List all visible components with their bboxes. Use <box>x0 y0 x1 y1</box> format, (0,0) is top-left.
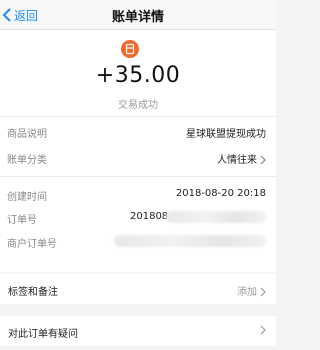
detail-value: 2018-08-20 20:18 <box>175 188 266 199</box>
detail-value: 星球联盟提现成功 <box>186 129 266 140</box>
add-tag-button[interactable]: 添加 <box>237 283 266 298</box>
detail-value: 201808 <box>130 211 169 222</box>
category-value[interactable]: 人情往来 <box>217 151 266 166</box>
question-label: 对此订单有疑问 <box>8 329 78 340</box>
detail-label: 商品说明 <box>7 129 47 140</box>
chevron-right-icon <box>260 287 266 297</box>
tags-row[interactable]: 标签和备注 添加 <box>0 274 276 304</box>
chevron-right-icon <box>260 155 266 165</box>
amount: +35.00 <box>95 63 181 88</box>
redacted-merchant-order-no <box>114 235 266 247</box>
transaction-status: 交易成功 <box>118 100 158 111</box>
chevron-right-icon <box>260 325 266 335</box>
red-packet-icon <box>121 40 139 58</box>
page-title: 账单详情 <box>111 10 164 25</box>
tags-label: 标签和备注 <box>8 287 58 298</box>
detail-row-category[interactable]: 账单分类 人情往来 <box>0 148 276 168</box>
nav-bar: 返回 账单详情 <box>0 0 276 30</box>
bill-detail-page: 返回 账单详情 +35.00 交易成功 商品说明 星球联盟提现成功 账单分类 人… <box>0 0 276 350</box>
detail-label: 创建时间 <box>7 192 47 203</box>
bill-card: +35.00 交易成功 商品说明 星球联盟提现成功 账单分类 人情往来 创建时间… <box>0 30 276 272</box>
redacted-order-no <box>166 211 266 223</box>
order-question-row[interactable]: 对此订单有疑问 <box>0 316 276 346</box>
divider <box>0 176 276 177</box>
add-label: 添加 <box>237 287 257 298</box>
question-chevron <box>257 325 266 336</box>
detail-label: 订单号 <box>7 215 37 226</box>
detail-row-product: 商品说明 星球联盟提现成功 <box>0 122 276 142</box>
detail-value: 人情往来 <box>217 155 257 166</box>
divider <box>0 116 276 117</box>
detail-row-created: 创建时间 2018-08-20 20:18 <box>0 185 276 205</box>
detail-label: 商户订单号 <box>7 239 57 250</box>
detail-label: 账单分类 <box>7 155 47 166</box>
